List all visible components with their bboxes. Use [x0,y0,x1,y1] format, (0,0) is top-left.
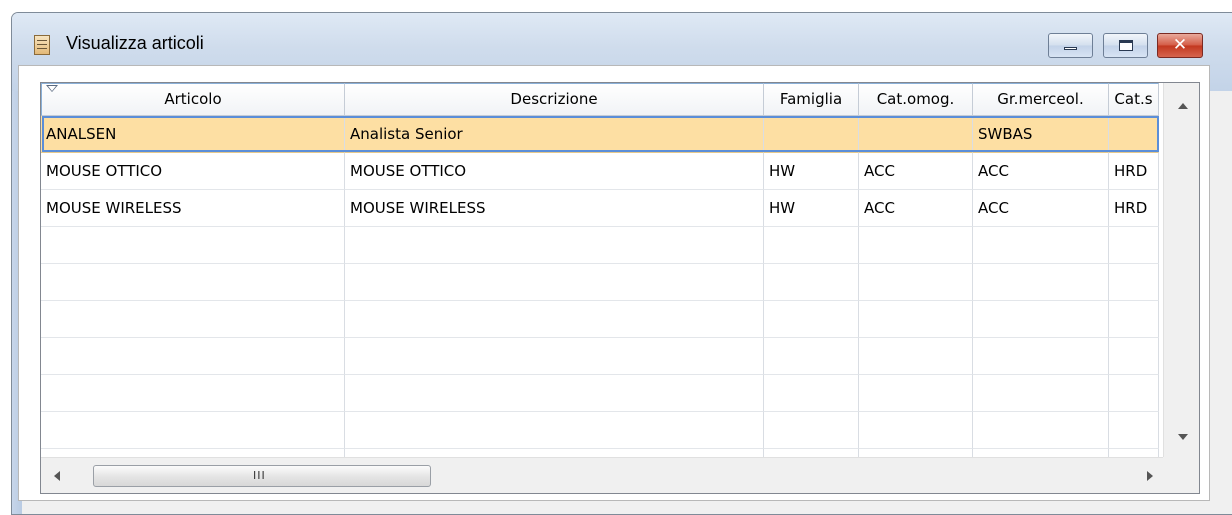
table-cell[interactable]: ACC [859,190,973,227]
column-header-label: Cat.s [1114,90,1153,108]
table-cell[interactable] [345,264,764,301]
column-header-label: Famiglia [779,90,843,108]
vertical-scrollbar[interactable] [1163,83,1199,458]
minimize-icon [1064,47,1077,50]
document-list-icon [34,35,50,55]
table-cell[interactable]: ACC [973,153,1109,190]
minimize-button[interactable] [1048,33,1093,58]
table-cell[interactable] [973,375,1109,412]
horizontal-scrollbar[interactable]: III [41,457,1165,493]
scroll-down-icon[interactable] [1178,434,1188,440]
column-header-label: Gr.merceol. [997,90,1084,108]
table-cell[interactable] [41,227,345,264]
table-cell[interactable] [764,301,859,338]
table-cell[interactable] [764,338,859,375]
column-header-label: Articolo [164,90,222,108]
empty-row[interactable] [41,412,1159,449]
table-cell[interactable] [764,116,859,153]
table-cell[interactable]: HW [764,190,859,227]
table-cell[interactable] [859,412,973,449]
scroll-grip: III [253,469,266,482]
scroll-left-icon[interactable] [54,471,60,481]
table-cell[interactable] [859,116,973,153]
table-cell[interactable] [345,375,764,412]
table-cell[interactable] [345,227,764,264]
table-cell[interactable] [1109,227,1159,264]
table-cell[interactable] [1109,375,1159,412]
table-cell[interactable] [345,412,764,449]
table-cell[interactable] [973,412,1109,449]
table-cell[interactable] [1109,338,1159,375]
table-cell[interactable] [1109,412,1159,449]
table-cell[interactable]: HW [764,153,859,190]
table-cell[interactable] [973,338,1109,375]
maximize-button[interactable] [1103,33,1148,58]
empty-row[interactable] [41,227,1159,264]
scroll-up-icon[interactable] [1178,103,1188,109]
column-header-label: Descrizione [510,90,598,108]
table-cell[interactable] [859,227,973,264]
table-cell[interactable] [41,301,345,338]
table-cell[interactable] [1109,301,1159,338]
scroll-right-icon[interactable] [1147,471,1153,481]
table-cell[interactable]: ACC [973,190,1109,227]
table-cell[interactable]: ACC [859,153,973,190]
table-cell[interactable]: ANALSEN [41,116,345,153]
table-cell[interactable] [764,412,859,449]
empty-row[interactable] [41,264,1159,301]
table-cell[interactable] [973,264,1109,301]
table-cell[interactable] [859,301,973,338]
sort-indicator-icon [46,85,58,92]
close-icon: ✕ [1172,35,1188,55]
table-cell[interactable]: Analista Senior [345,116,764,153]
column-header-gr-merceol[interactable]: Gr.merceol. [973,83,1109,116]
table-cell[interactable] [41,412,345,449]
close-button[interactable]: ✕ [1157,33,1203,58]
column-header-cat-s[interactable]: Cat.s [1109,83,1159,116]
table-cell[interactable] [859,338,973,375]
table-cell[interactable] [41,375,345,412]
maximize-icon [1119,40,1133,51]
table-cell[interactable] [973,301,1109,338]
table-cell[interactable] [1109,116,1159,153]
table-cell[interactable] [345,338,764,375]
column-header-label: Cat.omog. [876,90,955,108]
table-cell[interactable]: HRD [1109,190,1159,227]
table-row[interactable]: ANALSEN Analista Senior SWBAS [41,116,1159,153]
empty-row[interactable] [41,375,1159,412]
table-cell[interactable]: MOUSE WIRELESS [41,190,345,227]
table-cell[interactable]: MOUSE WIRELESS [345,190,764,227]
table-cell[interactable]: MOUSE OTTICO [41,153,345,190]
empty-row[interactable] [41,338,1159,375]
articles-grid[interactable]: Articolo Descrizione Famiglia Cat.omog. Gr.m… [40,82,1200,494]
window-title: Visualizza articoli [66,33,204,53]
column-header-cat-omog[interactable]: Cat.omog. [859,83,973,116]
table-cell[interactable] [345,301,764,338]
table-row[interactable]: MOUSE OTTICO MOUSE OTTICO HW ACC ACC HRD [41,153,1159,190]
table-cell[interactable] [859,264,973,301]
table-cell[interactable] [764,227,859,264]
column-header-articolo[interactable]: Articolo [41,83,345,116]
table-cell[interactable] [1109,264,1159,301]
horizontal-scroll-thumb[interactable]: III [93,465,431,487]
table-cell[interactable]: MOUSE OTTICO [345,153,764,190]
table-cell[interactable] [41,338,345,375]
column-header-famiglia[interactable]: Famiglia [764,83,859,116]
scrollbar-corner [1163,457,1199,493]
table-cell[interactable] [973,227,1109,264]
table-cell[interactable] [764,264,859,301]
table-cell[interactable] [859,375,973,412]
table-row[interactable]: MOUSE WIRELESS MOUSE WIRELESS HW ACC ACC HRD [41,190,1159,227]
empty-row[interactable] [41,301,1159,338]
table-cell[interactable]: HRD [1109,153,1159,190]
table-cell[interactable] [764,375,859,412]
table-cell[interactable]: SWBAS [973,116,1109,153]
table-cell[interactable] [41,264,345,301]
column-header-descrizione[interactable]: Descrizione [345,83,764,116]
